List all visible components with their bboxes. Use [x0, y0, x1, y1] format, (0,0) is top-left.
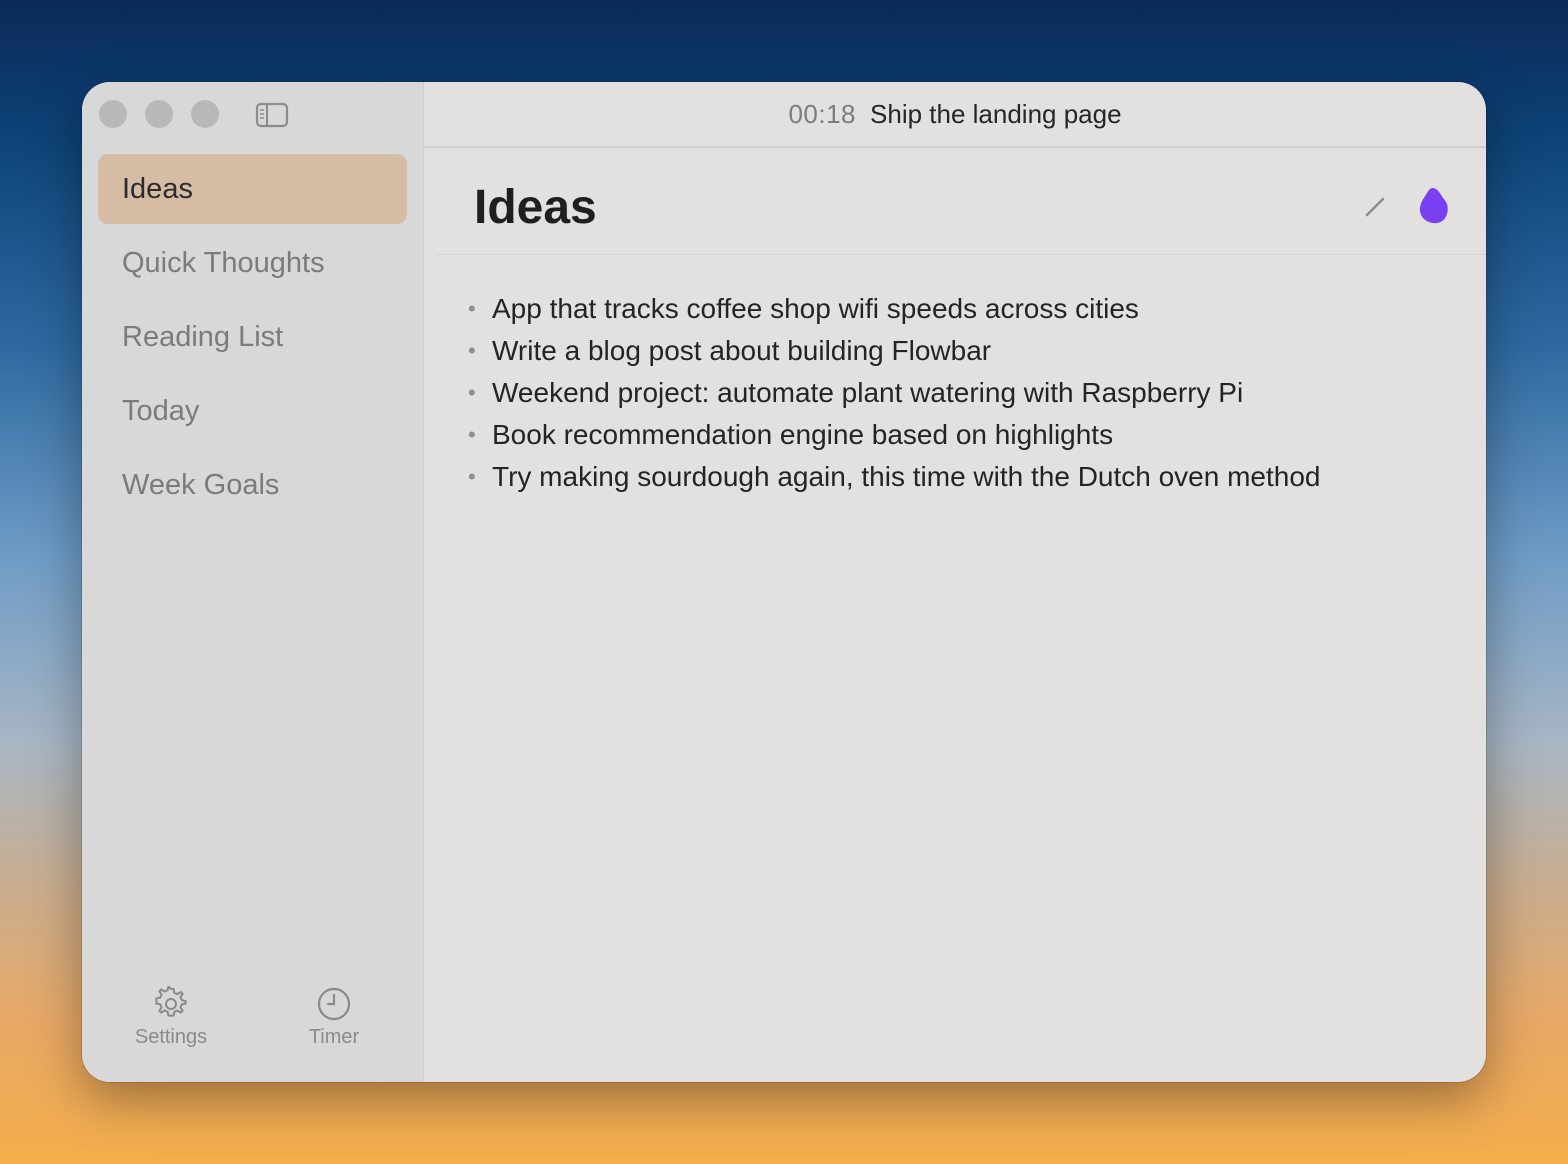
sidebar-item-label: Week Goals [122, 468, 280, 501]
sidebar: Ideas Quick Thoughts Reading List Today … [82, 82, 424, 1082]
sidebar-item-label: Reading List [122, 320, 284, 353]
sidebar-item-label: Ideas [122, 172, 193, 205]
page-title: Ideas [474, 181, 597, 234]
list-item[interactable]: • Try making sourdough again, this time w… [466, 456, 1321, 498]
timer-readout: 00:18 [788, 98, 857, 129]
app-window: Ideas Quick Thoughts Reading List Today … [82, 82, 1486, 1082]
zoom-window-button[interactable] [191, 100, 219, 128]
sidebar-item-today[interactable]: Today [98, 376, 407, 446]
window-titlebar: 00:18 Ship the landing page [424, 82, 1486, 148]
timer-label: Timer [308, 1026, 360, 1048]
blob-icon[interactable] [1418, 186, 1450, 226]
timer-button[interactable]: Timer [274, 986, 394, 1049]
sidebar-item-label: Today [122, 394, 200, 427]
sidebar-item-quick-thoughts[interactable]: Quick Thoughts [98, 228, 407, 298]
current-task: Ship the landing page [870, 98, 1122, 129]
pencil-icon[interactable] [1362, 192, 1390, 220]
settings-label: Settings [134, 1026, 208, 1048]
clock-icon [317, 987, 351, 1021]
gear-icon [155, 986, 187, 1017]
window-controls [99, 100, 219, 128]
list-item[interactable]: • Write a blog post about building Flowba… [466, 330, 1321, 372]
close-window-button[interactable] [99, 100, 127, 128]
list-item[interactable]: • App that tracks coffee shop wifi speeds… [466, 288, 1321, 330]
sidebar-item-reading-list[interactable]: Reading List [98, 302, 407, 372]
sidebar-nav: Ideas Quick Thoughts Reading List Today … [98, 154, 407, 524]
ideas-list: • App that tracks coffee shop wifi speeds… [466, 288, 1321, 498]
sidebar-item-label: Quick Thoughts [122, 246, 325, 279]
sidebar-item-week-goals[interactable]: Week Goals [98, 450, 407, 520]
settings-button[interactable]: Settings [111, 986, 231, 1049]
list-item[interactable]: • Weekend project: automate plant waterin… [466, 372, 1321, 414]
main-pane: 00:18 Ship the landing page Ideas • App t… [424, 82, 1486, 1082]
document-header: Ideas [436, 148, 1486, 255]
minimize-window-button[interactable] [145, 100, 173, 128]
sidebar-toggle-icon[interactable] [255, 102, 289, 128]
sidebar-item-ideas[interactable]: Ideas [98, 154, 407, 224]
sidebar-footer: Settings Timer [82, 986, 423, 1056]
list-item[interactable]: • Book recommendation engine based on hig… [466, 414, 1321, 456]
